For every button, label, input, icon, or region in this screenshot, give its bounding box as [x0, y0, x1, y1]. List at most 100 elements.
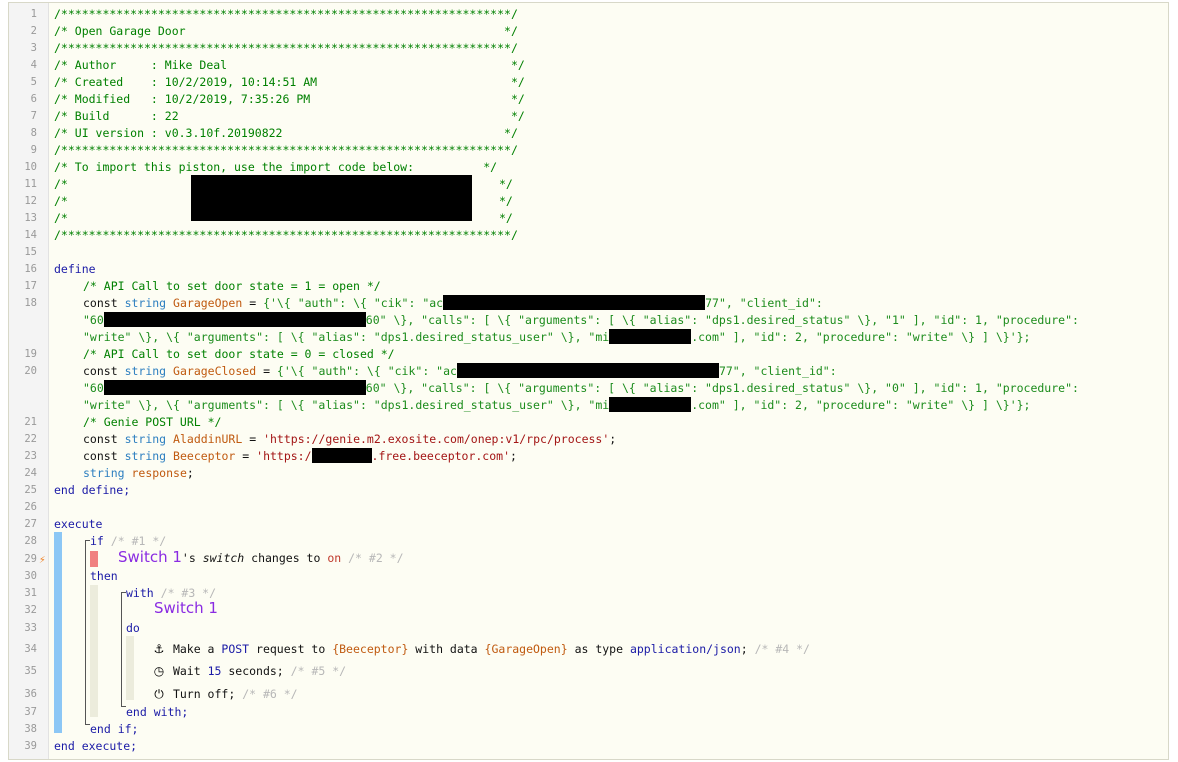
string-fragment: .free.beeceptor.com': [371, 449, 511, 463]
line-number: 23: [24, 450, 37, 462]
line-number: 3: [30, 42, 37, 54]
const-garage-closed-line3: "write" \}, \{ "arguments": [ \{ "alias"…: [83, 397, 1030, 414]
line-number: 1: [30, 8, 37, 20]
line-number: 26: [24, 501, 37, 513]
line-number: 22: [24, 433, 37, 445]
task-text: request to: [249, 642, 333, 656]
condition-value: on: [327, 551, 342, 565]
line-number: 4: [30, 59, 37, 71]
const-aladdin-url: const string AladdinURL = 'https://genie…: [83, 431, 616, 448]
statement-id-comment: /* #6 */: [242, 687, 298, 701]
comment-open: /* API Call to set door state = 1 = open…: [83, 279, 381, 293]
import-line-end: */: [499, 177, 513, 191]
device-name: Switch 1: [154, 599, 218, 617]
comment-closed: /* API Call to set door state = 0 = clos…: [83, 347, 395, 361]
var-response: response: [131, 466, 187, 480]
import-line-end: */: [499, 194, 513, 208]
header-author: /* Author : Mike Deal */: [54, 58, 525, 72]
line-number: 19: [24, 348, 37, 360]
line-number: 8: [30, 127, 37, 139]
lightning-icon: ⚡: [39, 553, 46, 566]
line-number: 11: [24, 178, 37, 190]
keyword-const: const: [83, 432, 118, 446]
line-number: 27: [24, 518, 37, 530]
anchor-icon: ⚓: [153, 642, 165, 656]
keyword-const: const: [83, 364, 118, 378]
attribute-name: switch: [202, 551, 245, 565]
line-number: 31: [24, 587, 37, 599]
type-string: string: [124, 449, 167, 463]
const-garage-closed-line2: "60 60" \}, "calls": [ \{ "arguments": [ …: [83, 380, 1079, 397]
line-number: 36: [24, 688, 37, 700]
header-ui-version: /* UI version : v0.3.10f.20190822 */: [54, 126, 518, 140]
type-string: string: [124, 296, 167, 310]
redacted-import-code: [191, 175, 472, 221]
equals: =: [235, 449, 257, 463]
type-string: string: [83, 466, 125, 480]
type-string: string: [124, 364, 167, 378]
line-number: 35: [24, 665, 37, 677]
const-garage-open-line2: "60 60" \}, "calls": [ \{ "arguments": [ …: [83, 312, 1079, 329]
string-fragment: {'\{ "auth": \{ "cik": "ac: [263, 296, 444, 310]
task-text: Turn off;: [172, 687, 243, 701]
task-text: ;: [740, 642, 755, 656]
keyword-if: if: [90, 534, 104, 548]
keyword-end-execute: end execute;: [54, 739, 138, 753]
line-number: 18: [24, 297, 37, 309]
line-number: 39: [24, 740, 37, 752]
const-garage-closed-line1: const string GarageClosed = {'\{ "auth":…: [83, 363, 837, 380]
comment-genie: /* Genie POST URL */: [83, 415, 222, 429]
string-fragment: 60" \}, "calls": [ \{ "arguments": [ \{ …: [365, 381, 1079, 395]
header-created: /* Created : 10/2/2019, 10:14:51 AM */: [54, 75, 525, 89]
statement-id-comment: /* #1 */: [110, 534, 167, 548]
redacted-client-id: [103, 312, 366, 327]
line-number: 38: [24, 723, 37, 735]
redacted-cik: [456, 363, 719, 378]
line-number: 29: [24, 553, 37, 565]
keyword-define: define: [54, 262, 96, 276]
line-number: 28: [24, 535, 37, 547]
header-import-note: /* To import this piston, use the import…: [54, 160, 498, 174]
const-garage-open-line1: const string GarageOpen = {'\{ "auth": \…: [83, 295, 823, 312]
with-device[interactable]: Switch 1: [154, 600, 218, 618]
redacted-subdomain: [311, 448, 372, 463]
semicolon: ;: [186, 466, 194, 480]
var-response-line: string response;: [83, 465, 194, 482]
content-type: application/json: [629, 642, 741, 656]
header-border: /***************************************…: [54, 41, 518, 55]
if-condition[interactable]: Switch 1's switch changes to on /* #2 */: [118, 549, 404, 567]
condition-flag[interactable]: [90, 551, 98, 567]
header-title: /* Open Garage Door */: [54, 24, 518, 38]
semicolon: ;: [609, 432, 617, 446]
line-number: 21: [24, 416, 37, 428]
if-bracket: [85, 546, 86, 724]
string-fragment: {'\{ "auth": \{ "cik": "ac: [276, 364, 457, 378]
task-text: Make a: [172, 642, 222, 656]
line-number: 25: [24, 484, 37, 496]
task-wait[interactable]: ◷ Wait 15 seconds; /* #5 */: [152, 663, 346, 680]
header-border: /***************************************…: [54, 143, 518, 157]
execute-block-bar[interactable]: [54, 532, 62, 733]
var-aladdin-url: AladdinURL: [173, 432, 243, 446]
header-border: /***************************************…: [54, 228, 518, 242]
string-fragment: "60: [83, 381, 104, 395]
line-number: 10: [24, 161, 37, 173]
line-number: 37: [24, 706, 37, 718]
keyword-then: then: [90, 569, 118, 583]
line-number: 5: [30, 76, 37, 88]
line-number: 9: [30, 144, 37, 156]
import-line-start: /*: [54, 177, 68, 191]
equals: =: [242, 296, 264, 310]
string-fragment: .com" ], "id": 2, "procedure": "write" \…: [691, 398, 1031, 412]
import-line-end: */: [499, 211, 513, 225]
line-number: 7: [30, 110, 37, 122]
task-text: as type: [567, 642, 630, 656]
code-editor: 1 2 3 4 5 6 7 8 9 10 11 12 13 14 15 16 17 18 19 20 21 22 23 24 2…: [8, 2, 1169, 760]
keyword-const: const: [83, 296, 118, 310]
task-turn-off[interactable]: ⏻ Turn off; /* #6 */: [152, 686, 298, 703]
line-number: 34: [24, 643, 37, 655]
line-number: 6: [30, 93, 37, 105]
equals: =: [242, 432, 264, 446]
task-post-request[interactable]: ⚓ Make a POST request to {Beeceptor} wit…: [152, 641, 810, 658]
line-number: 20: [24, 365, 37, 377]
